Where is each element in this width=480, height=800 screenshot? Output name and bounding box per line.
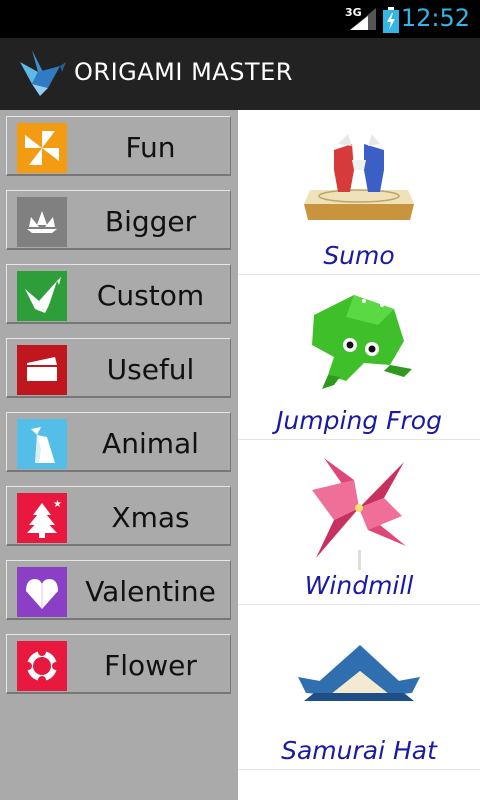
battery-charging-icon [383,7,399,33]
app-title: ORIGAMI MASTER [74,58,293,86]
sumo-origami-icon [304,134,414,220]
category-sidebar: Fun Bigger Custom Useful Animal ★ Xmas V… [0,110,238,800]
heart-icon [17,567,67,617]
list-item-jumping-frog[interactable]: Jumping Frog [238,275,480,440]
list-item-sumo[interactable]: Sumo [238,110,480,275]
category-valentine[interactable]: Valentine [6,560,231,620]
pinwheel-icon [17,123,67,173]
category-bigger[interactable]: Bigger [6,190,231,250]
frog-origami-icon [312,295,412,389]
category-custom[interactable]: Custom [6,264,231,324]
category-flower[interactable]: Flower [6,634,231,694]
category-label: Xmas [111,501,190,534]
bird-logo-icon[interactable] [18,48,66,98]
category-fun[interactable]: Fun [6,116,231,176]
svg-text:★: ★ [53,499,62,510]
list-item-samurai-hat[interactable]: Samurai Hat [238,605,480,770]
lotus-icon [17,197,67,247]
category-label: Valentine [85,575,216,608]
category-label: Bigger [104,205,197,238]
list-item-windmill[interactable]: Windmill [238,440,480,605]
origami-list: Sumo Jumping Frog Windmill Samurai Hat [238,110,480,800]
origami-name: Windmill [304,571,414,600]
windmill-origami-icon [312,458,406,570]
category-label: Fun [125,131,176,164]
clock: 12:52 [400,4,470,32]
action-bar: ORIGAMI MASTER [0,38,480,110]
penguin-icon [17,419,67,469]
category-useful[interactable]: Useful [6,338,231,398]
origami-name: Samurai Hat [281,736,437,765]
status-bar: 3G 12:52 [0,0,480,38]
category-xmas[interactable]: ★ Xmas [6,486,231,546]
origami-name: Jumping Frog [276,406,442,435]
crane-icon [17,271,67,321]
category-animal[interactable]: Animal [6,412,231,472]
category-label: Flower [104,649,197,682]
category-label: Custom [96,279,205,312]
samurai-hat-origami-icon [298,645,420,701]
xmas-tree-icon: ★ [17,493,67,543]
category-label: Animal [102,427,199,460]
flower-icon [17,641,67,691]
wallet-icon [17,345,67,395]
signal-icon [350,8,376,30]
category-label: Useful [106,353,195,386]
origami-name: Sumo [323,241,395,270]
